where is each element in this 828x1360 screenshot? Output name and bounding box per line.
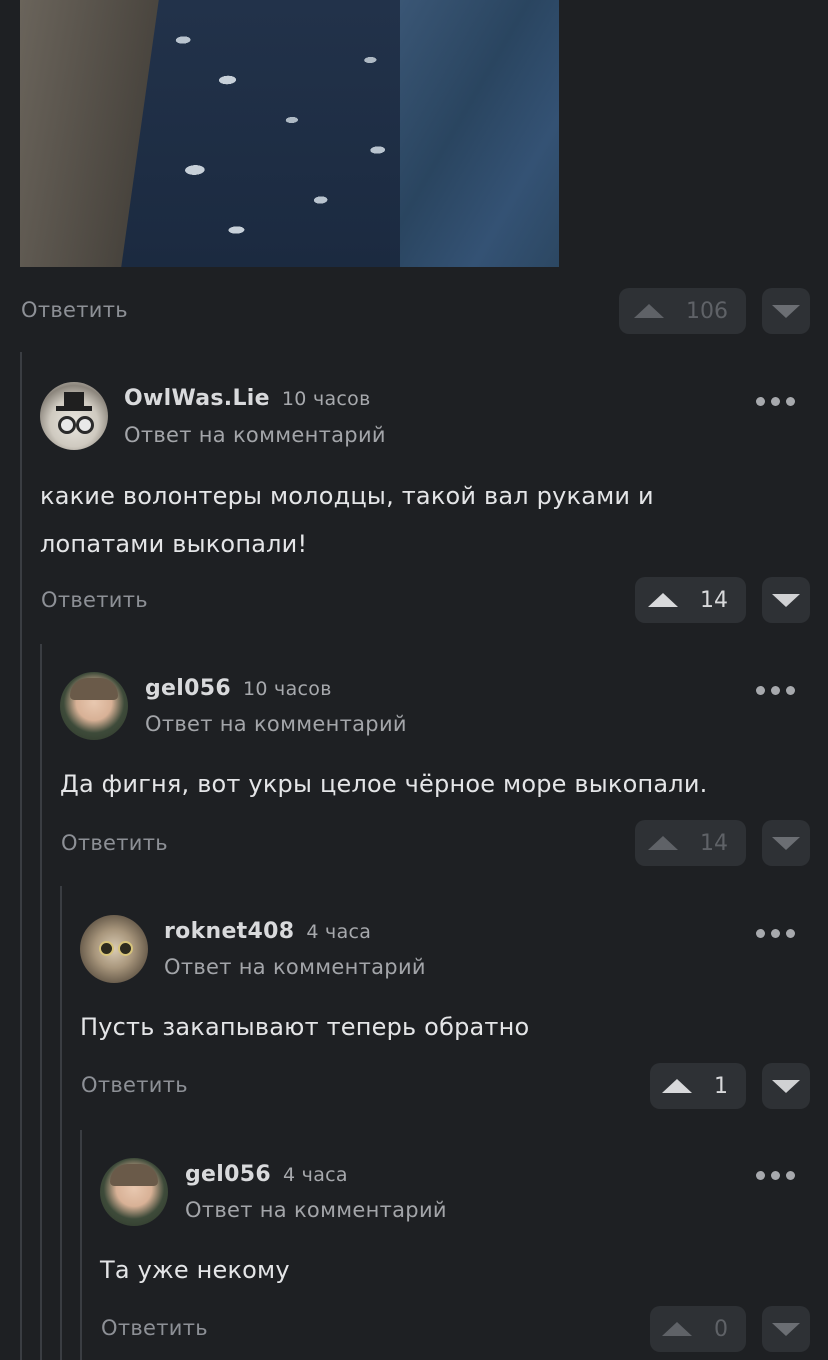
- more-options-icon[interactable]: [756, 397, 795, 406]
- cat-eye: [99, 941, 114, 956]
- vote-count: 14: [700, 830, 728, 856]
- downvote-button[interactable]: [762, 1306, 810, 1352]
- reply-button[interactable]: Ответить: [61, 831, 168, 855]
- username[interactable]: OwlWas.Lie: [124, 386, 270, 411]
- downvote-icon: [772, 836, 800, 850]
- reply-button[interactable]: Ответить: [41, 588, 148, 612]
- cat-avatar[interactable]: [80, 915, 148, 983]
- downvote-icon: [772, 1079, 800, 1093]
- more-options-icon[interactable]: [756, 1171, 795, 1180]
- thread-line: [60, 886, 62, 1360]
- username[interactable]: roknet408: [164, 919, 294, 944]
- upvote-button[interactable]: 14: [635, 820, 746, 866]
- downvote-icon: [772, 593, 800, 607]
- thread-line: [20, 352, 22, 1360]
- upvote-button[interactable]: 106: [619, 288, 746, 334]
- upvote-icon: [662, 1079, 692, 1093]
- reply-button[interactable]: Ответить: [101, 1316, 208, 1340]
- comment-text-line: лопатами выкопали!: [40, 530, 308, 558]
- owl-eye: [76, 416, 94, 434]
- comment-header: gel056 10 часов: [145, 676, 332, 701]
- reply-to-label[interactable]: Ответ на комментарий: [124, 423, 386, 447]
- timestamp: 10 часов: [281, 388, 371, 410]
- upvote-button[interactable]: 14: [635, 577, 746, 623]
- reply-to-label[interactable]: Ответ на комментарий: [164, 955, 426, 979]
- downvote-button[interactable]: [762, 1063, 810, 1109]
- post-photo: [20, 0, 559, 267]
- kid-avatar[interactable]: [100, 1158, 168, 1226]
- owl-eye: [58, 416, 76, 434]
- comment-header: roknet408 4 часа: [164, 919, 371, 944]
- vote-count: 0: [714, 1316, 728, 1342]
- more-options-icon[interactable]: [756, 686, 795, 695]
- downvote-button[interactable]: [762, 577, 810, 623]
- vote-count: 14: [700, 587, 728, 613]
- more-options-icon[interactable]: [756, 929, 795, 938]
- comment-text: Та уже некому: [100, 1246, 800, 1294]
- thread-line: [80, 1130, 82, 1360]
- comment-header: OwlWas.Lie 10 часов: [124, 386, 371, 411]
- downvote-button[interactable]: [762, 820, 810, 866]
- reply-to-label[interactable]: Ответ на комментарий: [145, 712, 407, 736]
- timestamp: 4 часа: [282, 1164, 348, 1186]
- comment-text: Да фигня, вот укры целое чёрное море вык…: [60, 760, 800, 808]
- username[interactable]: gel056: [185, 1162, 271, 1187]
- hat-brim: [56, 406, 92, 411]
- reply-button[interactable]: Ответить: [21, 298, 128, 322]
- timestamp: 10 часов: [242, 678, 332, 700]
- downvote-button[interactable]: [762, 288, 810, 334]
- photo-tarp: [400, 0, 559, 267]
- vote-count: 106: [686, 298, 728, 324]
- reply-button[interactable]: Ответить: [81, 1073, 188, 1097]
- comment-text: какие волонтеры молодцы, такой вал рукам…: [40, 472, 800, 568]
- avatar-hair: [70, 678, 118, 700]
- upvote-button[interactable]: 0: [650, 1306, 746, 1352]
- owl-avatar[interactable]: [40, 382, 108, 450]
- downvote-icon: [772, 304, 800, 318]
- upvote-icon: [648, 836, 678, 850]
- reply-to-label[interactable]: Ответ на комментарий: [185, 1198, 447, 1222]
- kid-avatar[interactable]: [60, 672, 128, 740]
- cat-eye: [118, 941, 133, 956]
- comment-header: gel056 4 часа: [185, 1162, 348, 1187]
- upvote-icon: [662, 1322, 692, 1336]
- comment-text-line: Да фигня, вот укры целое чёрное море вык…: [60, 770, 708, 798]
- upvote-icon: [634, 304, 664, 318]
- downvote-icon: [772, 1322, 800, 1336]
- vote-count: 1: [714, 1073, 728, 1099]
- comment-text-line: какие волонтеры молодцы, такой вал рукам…: [40, 482, 654, 510]
- comment-text: Пусть закапывают теперь обратно: [80, 1003, 800, 1051]
- upvote-button[interactable]: 1: [650, 1063, 746, 1109]
- username[interactable]: gel056: [145, 676, 231, 701]
- timestamp: 4 часа: [306, 921, 372, 943]
- avatar-hair: [110, 1164, 158, 1186]
- comment-text-line: Та уже некому: [100, 1256, 290, 1284]
- upvote-icon: [648, 593, 678, 607]
- comment-text-line: Пусть закапывают теперь обратно: [80, 1013, 530, 1041]
- thread-line: [40, 644, 42, 1360]
